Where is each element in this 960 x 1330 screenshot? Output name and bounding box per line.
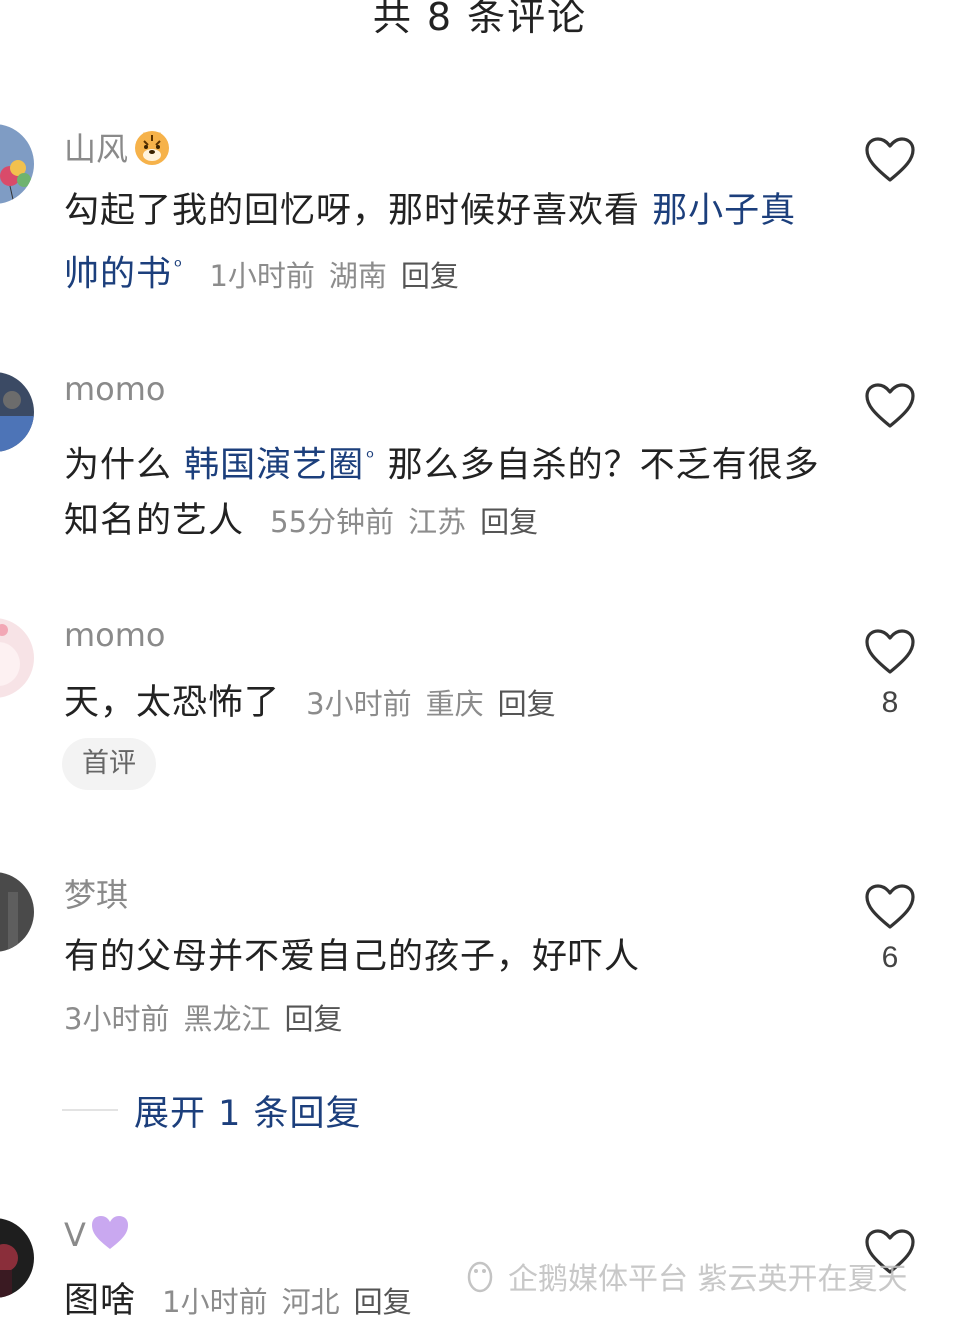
- comment-time: 1小时前: [162, 1285, 268, 1319]
- comment-text: 勾起了我的回忆呀，那时候好喜欢看: [64, 191, 653, 231]
- comment-time: 3小时前: [64, 1002, 170, 1036]
- username[interactable]: 梦琪: [64, 870, 128, 916]
- comment-location: 江苏: [408, 504, 467, 539]
- reply-button[interactable]: 回复: [401, 259, 459, 293]
- username[interactable]: 山风: [64, 130, 128, 168]
- watermark: 企鹅媒体平台 紫云英开在夏天: [462, 1254, 908, 1298]
- search-icon: ᵒ: [174, 254, 184, 278]
- username-row: V: [64, 1214, 130, 1260]
- heart-icon: [865, 884, 915, 929]
- username[interactable]: momo: [64, 616, 166, 654]
- reply-button[interactable]: 回复: [284, 1002, 342, 1036]
- comment-content: 勾起了我的回忆呀，那时候好喜欢看 那小子真帅的书 ᵒ 1小时前 湖南 回复: [64, 184, 824, 304]
- comment-content: 为什么 韩国演艺圈 ᵒ 那么多自杀的？不乏有很多知名的艺人 55分钟前 江苏 回复: [64, 430, 824, 550]
- like-count: 6: [881, 941, 899, 974]
- comment-location: 湖南: [328, 258, 387, 293]
- comment-time: 1小时前: [209, 258, 315, 293]
- username[interactable]: V: [64, 1216, 86, 1254]
- topic-link[interactable]: 韩国演艺圈: [184, 446, 364, 486]
- comment-text: 图啥: [64, 1281, 137, 1321]
- heart-icon: [865, 629, 915, 674]
- like-button[interactable]: [862, 382, 918, 440]
- heart-icon: [865, 137, 915, 182]
- comment-text: 为什么: [64, 445, 185, 486]
- username-row: 山风: [64, 124, 172, 175]
- like-button[interactable]: 8: [862, 628, 918, 720]
- tiger-face-icon: [132, 127, 172, 175]
- avatar[interactable]: [0, 618, 34, 698]
- watermark-text: 企鹅媒体平台 紫云英开在夏天: [508, 1262, 908, 1297]
- first-comment-badge: 首评: [62, 738, 156, 790]
- like-count: 8: [881, 686, 899, 719]
- heart-icon: [865, 383, 915, 428]
- reply-button[interactable]: 回复: [354, 1285, 412, 1319]
- comment-location: 河北: [281, 1285, 340, 1319]
- comment-content: 有的父母并不爱自己的孩子，好吓人: [64, 930, 824, 985]
- avatar[interactable]: [0, 1218, 34, 1298]
- divider: [62, 1109, 118, 1111]
- avatar[interactable]: [0, 372, 34, 452]
- comment-text: 天，太恐怖了: [64, 683, 281, 723]
- comment-content: 天，太恐怖了 3小时前 重庆 回复: [64, 676, 824, 732]
- avatar[interactable]: [0, 872, 34, 952]
- comment-location: 黑龙江: [183, 1002, 271, 1036]
- purple-heart-icon: [90, 1214, 130, 1260]
- comment-time: 3小时前: [306, 687, 412, 721]
- comments-count-title: 共 8 条评论: [372, 0, 588, 39]
- avatar[interactable]: [0, 124, 34, 204]
- like-button[interactable]: [862, 136, 918, 194]
- expand-replies-label: 展开 1 条回复: [134, 1093, 362, 1134]
- comment-meta: 3小时前 黑龙江 回复: [64, 992, 824, 1047]
- comment-location: 重庆: [425, 687, 484, 721]
- penguin-icon: [467, 1261, 493, 1293]
- like-button[interactable]: 6: [862, 883, 918, 975]
- comment-text: 有的父母并不爱自己的孩子，好吓人: [64, 937, 641, 977]
- comment-time: 55分钟前: [270, 504, 395, 539]
- username[interactable]: momo: [64, 370, 166, 408]
- reply-button[interactable]: 回复: [498, 687, 556, 721]
- reply-button[interactable]: 回复: [480, 505, 538, 539]
- expand-replies-button[interactable]: 展开 1 条回复: [62, 1086, 362, 1134]
